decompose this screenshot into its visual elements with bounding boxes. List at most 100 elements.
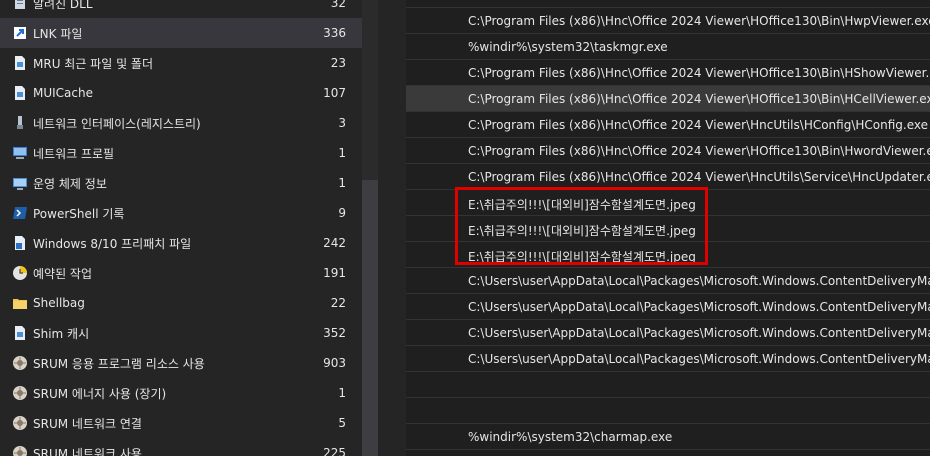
sidebar-item-label: SRUM 네트워크 연결	[33, 416, 142, 431]
sidebar-item-scheduled-tasks[interactable]: 예약된 작업 191	[0, 258, 362, 288]
path-text: C:\Program Files (x86)\Hnc\Office 2024 V…	[468, 14, 930, 28]
powershell-icon	[12, 205, 28, 221]
path-row[interactable]: E:\취급주의!!!\[대외비]잠수함설계도면.jpeg	[406, 190, 930, 216]
path-row[interactable]: E:\취급주의!!!\[대외비]잠수함설계도면.jpeg	[406, 242, 930, 268]
path-row[interactable]: %windir%\system32\taskmgr.exe	[406, 34, 930, 60]
path-row[interactable]: C:\Program Files (x86)\Hnc\Office 2024 V…	[406, 60, 930, 86]
scrollbar-thumb[interactable]	[362, 180, 378, 456]
sidebar-item-count: 3	[338, 116, 346, 130]
path-row[interactable]: E:\취급주의!!!\[대외비]잠수함설계도면.jpeg	[406, 216, 930, 242]
sidebar-item-label: 예약된 작업	[33, 266, 93, 281]
path-row[interactable]: C:\Program Files (x86)\Hnc\Office 2024 V…	[406, 112, 930, 138]
sidebar-item-network-profile[interactable]: 네트워크 프로필 1	[0, 138, 362, 168]
document-icon	[12, 85, 28, 101]
sidebar-item-label: 네트워크 프로필	[33, 146, 115, 161]
sidebar-item-srum-network-connection[interactable]: SRUM 네트워크 연결 5	[0, 408, 362, 438]
path-text: C:\Program Files (x86)\Hnc\Office 2024 V…	[468, 170, 930, 184]
sidebar-item-shim-cache[interactable]: Shim 캐시 352	[0, 318, 362, 348]
sidebar-item-count: 22	[330, 296, 346, 310]
path-text: C:\Users\user\AppData\Local\Packages\Mic…	[468, 352, 930, 366]
path-text: E:\취급주의!!!\[대외비]잠수함설계도면.jpeg	[468, 198, 696, 212]
sidebar-item-count: 32	[330, 0, 346, 10]
path-list: C:\Program Files (x86)\Hnc\Office 2024 V…	[406, 0, 930, 456]
sidebar-item-count: 5	[338, 416, 346, 430]
path-row[interactable]: %windir%\system32\charmap.exe	[406, 424, 930, 450]
sidebar-item-label: 네트워크 인터페이스(레지스트리)	[33, 116, 201, 131]
sidebar-item-label: 운영 체제 정보	[33, 176, 107, 191]
sidebar-item-label: PowerShell 기록	[33, 206, 125, 221]
sidebar-item-count: 9	[338, 206, 346, 220]
path-row[interactable]: C:\Program Files (x86)\Hnc\Office 2024 V…	[406, 164, 930, 190]
computer-icon	[12, 175, 28, 191]
sidebar-item-prefetch[interactable]: Windows 8/10 프리패치 파일 242	[0, 228, 362, 258]
sidebar-item-srum-energy[interactable]: SRUM 에너지 사용 (장기) 1	[0, 378, 362, 408]
sidebar-item-count: 225	[323, 446, 346, 456]
sidebar-item-count: 242	[323, 236, 346, 250]
sidebar-item-muicache[interactable]: MUICache 107	[0, 78, 362, 108]
sidebar-item-count: 336	[323, 26, 346, 40]
path-text: C:\Program Files (x86)\Hnc\Office 2024 V…	[468, 144, 930, 158]
sidebar-item-srum-app-resource[interactable]: SRUM 응용 프로그램 리소스 사용 903	[0, 348, 362, 378]
sidebar-item-label: MUICache	[33, 86, 93, 100]
clock-icon	[12, 265, 28, 281]
path-row[interactable]	[406, 0, 930, 8]
path-row[interactable]: C:\Program Files (x86)\Hnc\Office 2024 V…	[406, 138, 930, 164]
sidebar-item-os-info[interactable]: 운영 체제 정보 1	[0, 168, 362, 198]
sidebar-item-network-interfaces[interactable]: 네트워크 인터페이스(레지스트리) 3	[0, 108, 362, 138]
sidebar-item-count: 1	[338, 386, 346, 400]
sidebar-item-srum-network-usage[interactable]: SRUM 네트워크 사용 225	[0, 438, 362, 456]
sidebar-item-count: 903	[323, 356, 346, 370]
path-text: C:\Users\user\AppData\Local\Packages\Mic…	[468, 300, 930, 314]
sidebar-item-count: 23	[330, 56, 346, 70]
panel-divider	[378, 0, 406, 456]
sidebar-item-label: MRU 최근 파일 및 폴더	[33, 56, 154, 71]
artifact-category-list: 알려진 DLL 32 LNK 파일 336 MRU 최근 파일 및 폴더 23 …	[0, 0, 362, 456]
network-monitor-icon	[12, 145, 28, 161]
prefetch-icon	[12, 235, 28, 251]
lnk-file-icon	[12, 25, 28, 41]
path-text: %windir%\system32\charmap.exe	[468, 430, 673, 444]
sidebar-item-label: SRUM 에너지 사용 (장기)	[33, 386, 167, 401]
folder-icon	[12, 295, 28, 311]
sidebar-item-label: LNK 파일	[33, 26, 83, 41]
sidebar-item-label: Windows 8/10 프리패치 파일	[33, 236, 192, 251]
path-row[interactable]: C:\Users\user\AppData\Local\Packages\Mic…	[406, 346, 930, 372]
path-row[interactable]: C:\Program Files (x86)\Hnc\Office 2024 V…	[406, 8, 930, 34]
path-row[interactable]	[406, 398, 930, 424]
path-text: C:\Program Files (x86)\Hnc\Office 2024 V…	[468, 66, 930, 80]
srum-icon	[12, 355, 28, 371]
sidebar-item-count: 352	[323, 326, 346, 340]
path-text: C:\Program Files (x86)\Hnc\Office 2024 V…	[468, 92, 930, 106]
sidebar-item-known-dll[interactable]: 알려진 DLL 32	[0, 0, 362, 18]
dll-icon	[12, 0, 28, 11]
path-text: C:\Program Files (x86)\Hnc\Office 2024 V…	[468, 118, 929, 132]
sidebar-scrollbar[interactable]	[362, 0, 378, 456]
path-row[interactable]: C:\Users\user\AppData\Local\Packages\Mic…	[406, 294, 930, 320]
sidebar-item-label: Shellbag	[33, 296, 85, 310]
sidebar-item-lnk-files[interactable]: LNK 파일 336	[0, 18, 362, 48]
path-text: E:\취급주의!!!\[대외비]잠수함설계도면.jpeg	[468, 250, 696, 264]
srum-icon	[12, 385, 28, 401]
path-row-selected[interactable]: C:\Program Files (x86)\Hnc\Office 2024 V…	[406, 86, 930, 112]
network-adapter-icon	[12, 115, 28, 131]
sidebar-item-count: 107	[323, 86, 346, 100]
sidebar-item-label: 알려진 DLL	[33, 0, 93, 11]
document-icon	[12, 325, 28, 341]
path-text: C:\Users\user\AppData\Local\Packages\Mic…	[468, 274, 930, 288]
path-text: C:\Users\user\AppData\Local\Packages\Mic…	[468, 326, 930, 340]
sidebar-item-powershell-history[interactable]: PowerShell 기록 9	[0, 198, 362, 228]
path-row[interactable]: C:\Users\user\AppData\Local\Packages\Mic…	[406, 320, 930, 346]
sidebar-item-label: Shim 캐시	[33, 326, 90, 341]
sidebar-item-count: 191	[323, 266, 346, 280]
path-row[interactable]	[406, 372, 930, 398]
path-row[interactable]: C:\Users\user\AppData\Local\Packages\Mic…	[406, 268, 930, 294]
path-text: E:\취급주의!!!\[대외비]잠수함설계도면.jpeg	[468, 224, 696, 238]
path-text: %windir%\system32\taskmgr.exe	[468, 40, 668, 54]
sidebar-item-mru[interactable]: MRU 최근 파일 및 폴더 23	[0, 48, 362, 78]
sidebar-item-count: 1	[338, 176, 346, 190]
sidebar-item-label: SRUM 응용 프로그램 리소스 사용	[33, 356, 205, 371]
srum-icon	[12, 445, 28, 456]
sidebar-item-shellbag[interactable]: Shellbag 22	[0, 288, 362, 318]
srum-icon	[12, 415, 28, 431]
sidebar-item-count: 1	[338, 146, 346, 160]
